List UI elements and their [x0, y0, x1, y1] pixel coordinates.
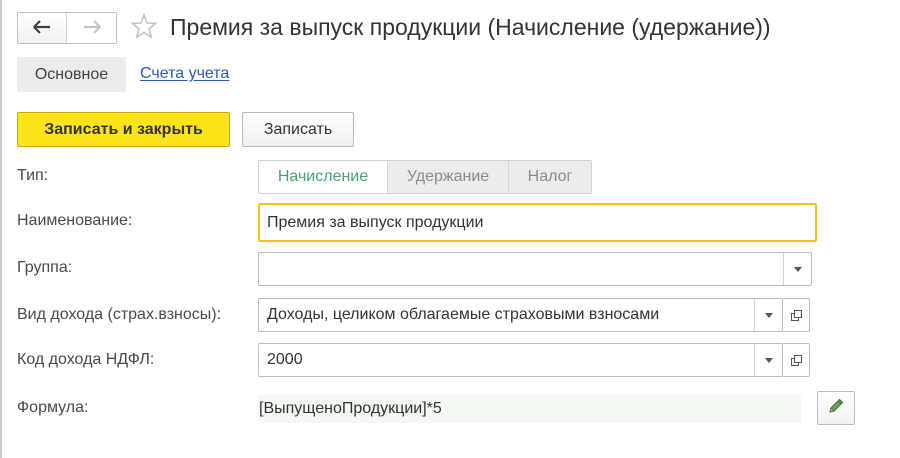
pencil-icon: [827, 397, 845, 420]
income-type-field[interactable]: Доходы, целиком облагаемые страховыми вз…: [258, 298, 783, 332]
name-field-value: Премия за выпуск продукции: [267, 213, 484, 231]
type-option-deduction[interactable]: Удержание: [387, 161, 508, 193]
income-type-open-button[interactable]: [783, 298, 810, 332]
formula-label: Формула:: [17, 399, 89, 416]
save-button[interactable]: Записать: [242, 112, 354, 147]
window-left-border: [0, 0, 2, 458]
chevron-down-icon: [793, 266, 802, 272]
ndfl-code-open-button[interactable]: [783, 343, 810, 377]
tab-main[interactable]: Основное: [17, 57, 126, 92]
type-selector: Начисление Удержание Налог: [258, 160, 592, 194]
group-field[interactable]: [258, 252, 812, 286]
ndfl-code-label: Код дохода НДФЛ:: [17, 351, 155, 368]
income-type-dropdown-button[interactable]: [754, 299, 782, 331]
edit-formula-button[interactable]: [817, 391, 855, 425]
arrow-right-icon: [83, 18, 101, 38]
ndfl-code-dropdown-button[interactable]: [754, 344, 782, 376]
star-outline-icon[interactable]: [130, 13, 158, 44]
type-option-tax[interactable]: Налог: [508, 161, 591, 193]
group-label: Группа:: [17, 259, 73, 276]
save-and-close-button[interactable]: Записать и закрыть: [17, 112, 230, 147]
history-nav: [17, 12, 117, 44]
type-option-accrual[interactable]: Начисление: [259, 161, 387, 193]
name-label: Наименование:: [17, 212, 133, 229]
name-field[interactable]: Премия за выпуск продукции: [258, 203, 817, 242]
open-form-icon: [790, 354, 802, 366]
page-title: Премия за выпуск продукции (Начисление (…: [170, 14, 771, 40]
income-type-label: Вид дохода (страх.взносы):: [17, 306, 222, 323]
group-dropdown-button[interactable]: [783, 253, 811, 285]
chevron-down-icon: [764, 357, 773, 363]
back-button[interactable]: [18, 13, 68, 43]
arrow-left-icon: [33, 18, 51, 38]
open-form-icon: [790, 309, 802, 321]
income-type-field-value: Доходы, целиком облагаемые страховыми вз…: [267, 306, 660, 323]
type-label: Тип:: [17, 167, 49, 184]
ndfl-code-field[interactable]: 2000: [258, 343, 783, 377]
formula-value[interactable]: [ВыпущеноПродукции]*5: [258, 395, 801, 423]
tab-accounts-link[interactable]: Счета учета: [140, 65, 229, 83]
forward-button[interactable]: [67, 13, 116, 43]
chevron-down-icon: [764, 312, 773, 318]
ndfl-code-field-value: 2000: [267, 351, 303, 368]
